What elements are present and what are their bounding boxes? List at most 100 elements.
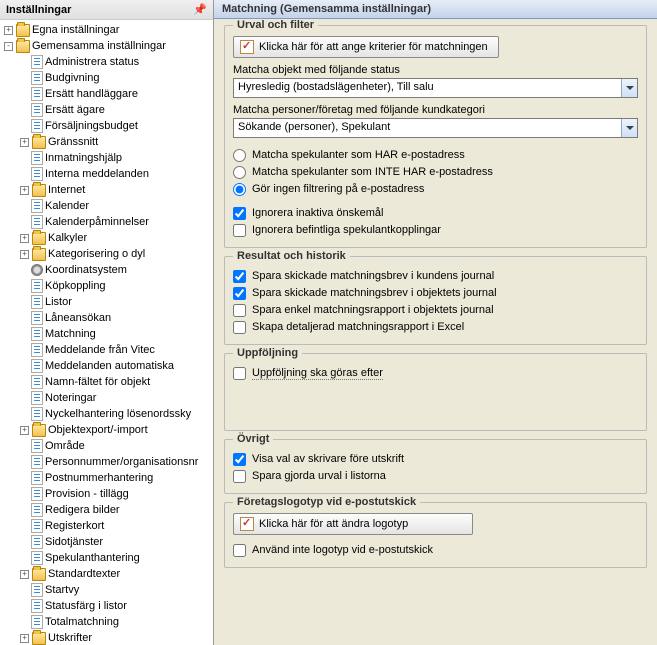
check-icon	[240, 517, 254, 531]
right-panel-header: Matchning (Gemensamma inställningar)	[214, 0, 657, 19]
chk-ignorera-befintliga[interactable]	[233, 224, 246, 237]
chk-label: Skapa detaljerad matchningsrapport i Exc…	[252, 321, 464, 333]
folder-icon	[32, 424, 46, 437]
status-select[interactable]: Hyresledig (bostadslägenheter), Till sal…	[233, 78, 638, 98]
tree-item-gr-nssnitt[interactable]: +Gränssnitt	[2, 134, 213, 150]
tree-item-personnummer-organisationsnr[interactable]: Personnummer/organisationsnr	[2, 454, 213, 470]
tree-item-utskrifter[interactable]: +Utskrifter	[2, 630, 213, 645]
page-icon	[31, 535, 43, 549]
tree-item-label: Matchning	[45, 328, 96, 340]
tree-item-standardtexter[interactable]: +Standardtexter	[2, 566, 213, 582]
tree-item-noteringar[interactable]: Noteringar	[2, 390, 213, 406]
tree-item-inmatningshj-lp[interactable]: Inmatningshjälp	[2, 150, 213, 166]
tree-item-label: Provision - tillägg	[45, 488, 129, 500]
criteria-button[interactable]: Klicka här för att ange kriterier för ma…	[233, 36, 499, 58]
tree-item-startvy[interactable]: Startvy	[2, 582, 213, 598]
tree-item-omr-de[interactable]: Område	[2, 438, 213, 454]
check-icon	[240, 40, 254, 54]
radio-ingen-filtrering[interactable]	[233, 183, 246, 196]
group-ovrigt: Övrigt Visa val av skrivare före utskrif…	[224, 439, 647, 494]
tree-item-koordinatsystem[interactable]: Koordinatsystem	[2, 262, 213, 278]
expand-icon[interactable]: +	[20, 570, 29, 579]
group-urval: Urval och filter Klicka här för att ange…	[224, 25, 647, 248]
tree-item-egna-inst-llningar[interactable]: + Egna inställningar	[2, 22, 213, 38]
tree-item-spekulanthantering[interactable]: Spekulanthantering	[2, 550, 213, 566]
chk-kundens-journal[interactable]	[233, 270, 246, 283]
tree-item-interna-meddelanden[interactable]: Interna meddelanden	[2, 166, 213, 182]
tree-item-listor[interactable]: Listor	[2, 294, 213, 310]
page-icon	[31, 615, 43, 629]
chk-ignorera-inaktiva[interactable]	[233, 207, 246, 220]
change-logo-button[interactable]: Klicka här för att ändra logotyp	[233, 513, 473, 535]
tree-item-ers-tt-gare[interactable]: Ersätt ägare	[2, 102, 213, 118]
expand-icon[interactable]: +	[20, 250, 29, 259]
tree-item-totalmatchning[interactable]: Totalmatchning	[2, 614, 213, 630]
expand-icon[interactable]: +	[20, 426, 29, 435]
collapse-icon[interactable]: -	[4, 42, 13, 51]
group-title-resultat: Resultat och historik	[233, 250, 350, 262]
page-icon	[31, 103, 43, 117]
tree-item-label: Administrera status	[45, 56, 139, 68]
tree-item-label: Postnummerhantering	[45, 472, 153, 484]
tree-item-k-pkoppling[interactable]: Köpkoppling	[2, 278, 213, 294]
tree-item-f-rs-ljningsbudget[interactable]: Försäljningsbudget	[2, 118, 213, 134]
tree-item-internet[interactable]: +Internet	[2, 182, 213, 198]
expand-icon[interactable]: +	[20, 634, 29, 643]
expand-icon[interactable]: +	[20, 186, 29, 195]
group-title-urval: Urval och filter	[233, 19, 318, 31]
tree-item-l-neans-kan[interactable]: Låneansökan	[2, 310, 213, 326]
tree-item-postnummerhantering[interactable]: Postnummerhantering	[2, 470, 213, 486]
chk-objektets-journal[interactable]	[233, 287, 246, 300]
tree-item-budgivning[interactable]: Budgivning	[2, 70, 213, 86]
expand-icon[interactable]: +	[20, 234, 29, 243]
tree-item-nyckelhantering-l-senordssky[interactable]: Nyckelhantering lösenordssky	[2, 406, 213, 422]
page-icon	[31, 391, 43, 405]
radio-inte-har-epost[interactable]	[233, 166, 246, 179]
tree-item-ers-tt-handl-ggare[interactable]: Ersätt handläggare	[2, 86, 213, 102]
tree-item-provision-till-gg[interactable]: Provision - tillägg	[2, 486, 213, 502]
page-icon	[31, 407, 43, 421]
tree-item-namn-f-ltet-f-r-objekt[interactable]: Namn-fältet för objekt	[2, 374, 213, 390]
tree-item-label: Sidotjänster	[45, 536, 103, 548]
chk-label: Spara skickade matchningsbrev i kundens …	[252, 270, 494, 282]
settings-tree[interactable]: + Egna inställningar -Gemensamma inställni…	[0, 20, 213, 645]
chk-visa-skrivare[interactable]	[233, 453, 246, 466]
tree-item-administrera-status[interactable]: Administrera status	[2, 54, 213, 70]
chk-label: Spara enkel matchningsrapport i objektet…	[252, 304, 494, 316]
tree-item-kalender[interactable]: Kalender	[2, 198, 213, 214]
status-value: Hyresledig (bostadslägenheter), Till sal…	[234, 79, 621, 97]
chk-label: Spara gjorda urval i listorna	[252, 470, 386, 482]
tree-item-sidotj-nster[interactable]: Sidotjänster	[2, 534, 213, 550]
tree-item-redigera-bilder[interactable]: Redigera bilder	[2, 502, 213, 518]
expand-icon[interactable]: +	[4, 26, 13, 35]
chevron-down-icon[interactable]	[621, 119, 637, 137]
group-resultat: Resultat och historik Spara skickade mat…	[224, 256, 647, 345]
folder-icon	[16, 24, 30, 37]
pin-icon[interactable]: 📌	[193, 3, 207, 16]
tree-item-matchning[interactable]: Matchning	[2, 326, 213, 342]
tree-item-kalkyler[interactable]: +Kalkyler	[2, 230, 213, 246]
left-panel-title: Inställningar	[6, 4, 71, 16]
tree-item-meddelande-fr-n-vitec[interactable]: Meddelande från Vitec	[2, 342, 213, 358]
chk-uppfoljning-efter[interactable]	[233, 367, 246, 380]
tree-item-registerkort[interactable]: Registerkort	[2, 518, 213, 534]
page-icon	[31, 471, 43, 485]
tree-item-meddelanden-automatiska[interactable]: Meddelanden automatiska	[2, 358, 213, 374]
tree-item-label: Egna inställningar	[32, 24, 119, 36]
chevron-down-icon[interactable]	[621, 79, 637, 97]
chk-enkel-rapport[interactable]	[233, 304, 246, 317]
tree-item-objektexport-import[interactable]: +Objektexport/-import	[2, 422, 213, 438]
chk-anvand-inte-logotyp[interactable]	[233, 544, 246, 557]
chk-spara-urval[interactable]	[233, 470, 246, 483]
chk-detaljerad-excel[interactable]	[233, 321, 246, 334]
tree-item-statusf-rg-i-listor[interactable]: Statusfärg i listor	[2, 598, 213, 614]
expand-icon[interactable]: +	[20, 138, 29, 147]
page-icon	[31, 199, 43, 213]
tree-item-kategorisering-o-dyl[interactable]: +Kategorisering o dyl	[2, 246, 213, 262]
radio-har-epost[interactable]	[233, 149, 246, 162]
tree-item-gemensamma-inst-llningar[interactable]: -Gemensamma inställningar	[2, 38, 213, 54]
tree-item-kalenderp-minnelser[interactable]: Kalenderpåminnelser	[2, 214, 213, 230]
kategori-select[interactable]: Sökande (personer), Spekulant	[233, 118, 638, 138]
page-icon	[31, 311, 43, 325]
gear-icon	[31, 264, 43, 276]
